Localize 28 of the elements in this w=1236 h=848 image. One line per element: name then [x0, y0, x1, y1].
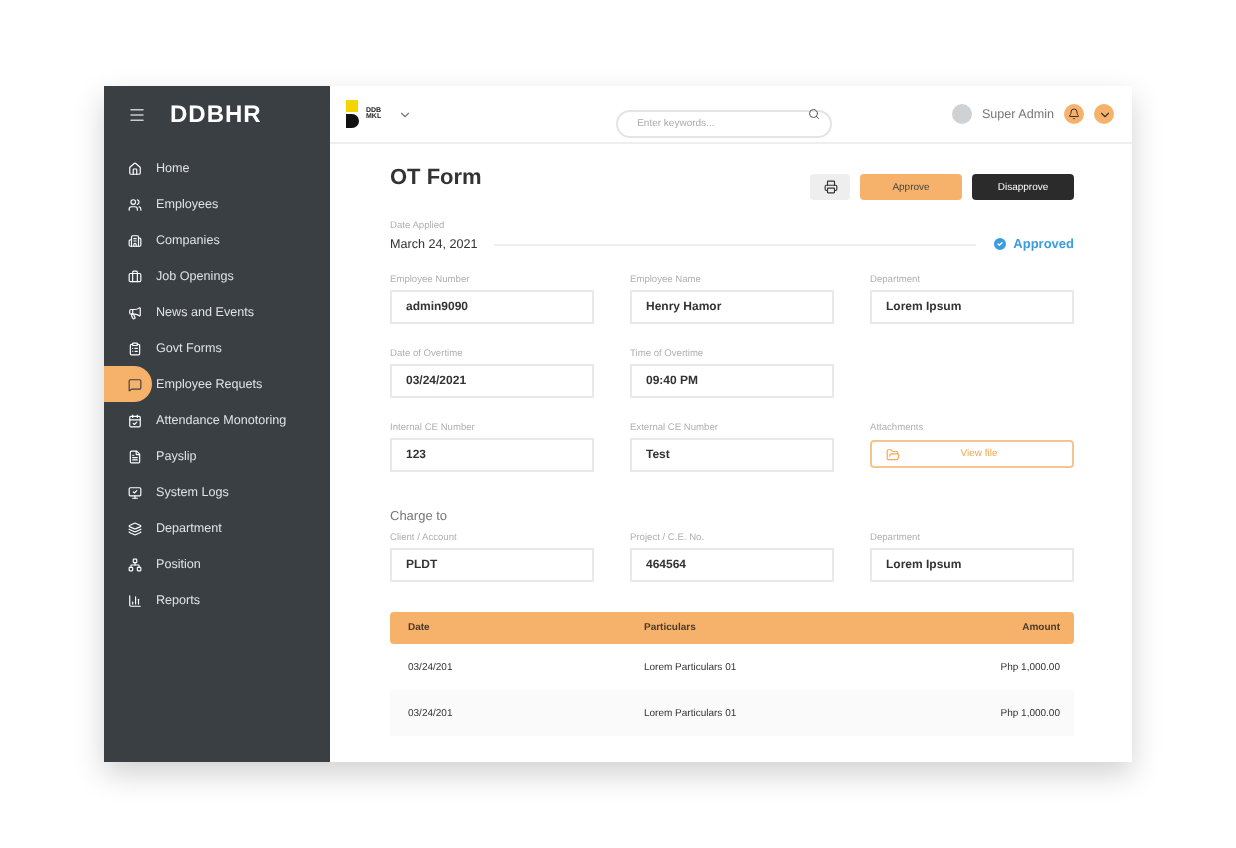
bell-icon — [1068, 108, 1080, 120]
bar-chart-icon — [128, 593, 142, 607]
print-button[interactable] — [810, 174, 850, 200]
briefcase-icon — [128, 269, 142, 283]
building-icon — [128, 233, 142, 247]
printer-icon — [823, 180, 837, 194]
logo-icon — [346, 100, 362, 128]
search-icon — [807, 108, 820, 120]
hierarchy-icon — [128, 557, 142, 571]
document-icon — [128, 449, 142, 463]
dropdown-button[interactable] — [1094, 104, 1114, 124]
notification-button[interactable] — [1064, 104, 1084, 124]
avatar — [951, 104, 972, 124]
layers-icon — [128, 521, 142, 535]
page-title: OT Form — [390, 166, 482, 190]
menu-icon[interactable] — [128, 105, 146, 123]
check-circle-icon — [991, 236, 1008, 252]
calendar-icon — [128, 413, 142, 427]
chevron-down-icon — [1097, 107, 1111, 121]
clipboard-icon — [128, 341, 142, 355]
home-icon — [128, 161, 142, 175]
monitor-icon — [128, 485, 142, 499]
folder-icon — [886, 447, 900, 461]
users-icon — [128, 197, 142, 211]
chat-icon — [128, 377, 142, 391]
chevron-down-icon[interactable] — [397, 107, 412, 121]
brand-title: DDBHR — [170, 100, 262, 128]
megaphone-icon — [128, 305, 142, 319]
